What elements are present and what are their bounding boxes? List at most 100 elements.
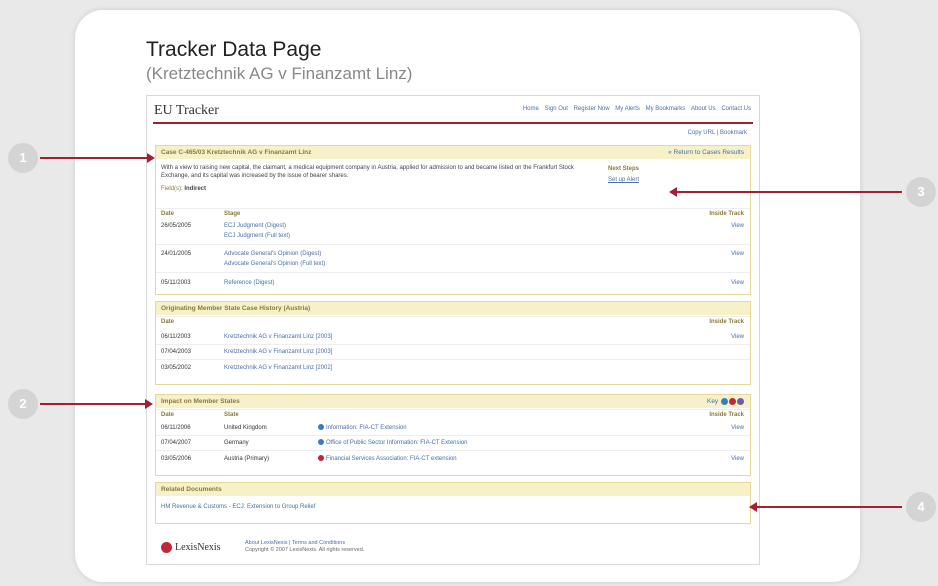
impact-row-link[interactable]: Office of Public Sector Information: FIA… [316,439,468,448]
nav-sign-out[interactable]: Sign Out [545,106,568,112]
impact-row-state: United Kingdom [224,425,267,431]
nav-register[interactable]: Register Now [574,106,610,112]
info-icon [318,439,324,446]
nav-bookmarks[interactable]: My Bookmarks [646,106,686,112]
copy-url-link[interactable]: Copy URL [688,130,715,136]
case-table-header: Date Stage Inside Track [156,208,750,219]
impact-row-date: 07/04/2007 [161,440,192,446]
col-date: Date [161,412,175,418]
footer: LexisNexis About LexisNexis | Terms and … [155,538,749,558]
originating-table-header: Date Inside Track [156,316,750,327]
row-divider [156,435,750,436]
impact-row-date: 06/11/2006 [161,425,191,431]
key-blue-icon [721,397,728,405]
case-row-stage[interactable]: Reference (Digest) [224,279,274,288]
impact-row-view[interactable]: View [731,424,744,433]
col-inside-track: Inside Track [709,211,744,217]
impact-row-link[interactable]: Information: FIA-CT Extension [316,424,407,433]
originating-row-case[interactable]: Kretztechnik AG v Finanzamt Linz [2002] [224,364,332,373]
impact-row-view[interactable]: View [731,455,744,464]
key-purple-icon [737,397,744,405]
originating-row-case[interactable]: Kretztechnik AG v Finanzamt Linz [2003] [224,348,332,357]
page-title: Tracker Data Page [146,38,322,61]
key-red-icon [729,397,736,405]
case-title: Case C-465/03 Kretztechnik AG v Finanzam… [161,149,312,156]
utility-links: Copy URL | Bookmark [687,130,747,136]
case-row-view[interactable]: View [731,279,744,288]
impact-title: Impact on Member States [161,398,240,405]
fields-label: Field(s): [161,186,183,192]
screenshot-panel: EU Tracker Home Sign Out Register Now My… [146,95,760,565]
nav-contact[interactable]: Contact Us [721,106,751,112]
col-inside-track: Inside Track [709,412,744,418]
impact-row-state: Austria (Primary) [224,456,270,462]
col-state: State [224,412,239,418]
nav-alerts[interactable]: My Alerts [615,106,640,112]
impact-box: Impact on Member States Key Date State I… [155,394,751,476]
case-row-date: 26/05/2005 [161,223,192,229]
next-steps-heading: Next Steps [608,166,640,172]
related-box: Related Documents HM Revenue & Customs -… [155,482,751,524]
case-box: Case C-465/03 Kretztechnik AG v Finanzam… [155,145,751,295]
originating-row-date: 07/04/2003 [161,349,192,355]
primary-icon [318,455,324,462]
impact-row-date: 03/05/2006 [161,456,192,462]
callout-2: 2 [8,389,38,419]
col-stage: Stage [224,211,241,217]
col-date: Date [161,319,175,325]
originating-row-date: 06/11/2003 [161,334,191,340]
case-row-date: 24/01/2005 [161,251,192,257]
key-legend[interactable]: Key [707,395,744,408]
originating-row-view[interactable]: View [731,333,744,342]
col-date: Date [161,211,175,217]
lexisnexis-logo: LexisNexis [161,542,221,554]
impact-row-state: Germany [224,440,249,446]
originating-row-case[interactable]: Kretztechnik AG v Finanzamt Linz [2003] [224,333,332,342]
case-bar: Case C-465/03 Kretztechnik AG v Finanzam… [156,146,750,159]
return-link[interactable]: « Return to Cases Results [668,146,744,159]
case-row-stage[interactable]: Advocate General's Opinion (Digest) [224,250,321,259]
callout-4: 4 [906,492,936,522]
fields-value: Indirect [184,186,207,192]
case-row-view[interactable]: View [731,250,744,259]
footer-copyright: Copyright © 2007 LexisNexis. All rights … [245,547,365,553]
originating-bar: Originating Member State Case History (A… [156,302,750,315]
nav-home[interactable]: Home [523,106,539,112]
bookmark-link[interactable]: Bookmark [720,130,747,136]
brand-logo: EU Tracker [154,103,219,118]
impact-table-header: Date State Inside Track [156,409,750,420]
row-divider [156,244,750,245]
callout-1-arrow [40,153,155,163]
page-subtitle: (Kretztechnik AG v Finanzamt Linz) [146,64,413,83]
footer-links[interactable]: About LexisNexis | Terms and Conditions [245,540,345,547]
callout-4-arrow [749,502,902,512]
callout-2-arrow [40,399,153,409]
case-row-stage[interactable]: ECJ Judgment (Digest) [224,222,286,231]
key-label: Key [706,398,719,405]
impact-bar: Impact on Member States Key [156,395,750,408]
callout-1: 1 [8,143,38,173]
next-steps: Next Steps Set up Alert [608,164,639,186]
row-divider [156,359,750,360]
lexisnexis-logo-icon [161,542,172,554]
case-row-date: 05/11/2003 [161,280,191,286]
case-row-stage[interactable]: Advocate General's Opinion (Full text) [224,260,325,269]
row-divider [156,450,750,451]
impact-row-link[interactable]: Financial Services Association: FIA-CT e… [316,455,457,464]
case-row-stage[interactable]: ECJ Judgment (Full text) [224,232,290,241]
set-up-alert-link[interactable]: Set up Alert [608,175,639,186]
nav-about[interactable]: About Us [691,106,716,112]
case-description: With a view to raising new capital, the … [161,165,574,179]
header-divider [153,122,753,124]
col-inside-track: Inside Track [709,319,744,325]
top-nav: Home Sign Out Register Now My Alerts My … [519,106,751,112]
case-row-view[interactable]: View [731,222,744,231]
row-divider [156,272,750,273]
info-icon [318,424,324,431]
originating-row-date: 03/05/2002 [161,365,192,371]
fields-line: Field(s): Indirect [161,186,206,192]
callout-3-arrow [669,187,902,197]
related-doc-link[interactable]: HM Revenue & Customs - ECJ: Extension to… [161,503,315,512]
callout-3: 3 [906,177,936,207]
originating-box: Originating Member State Case History (A… [155,301,751,385]
